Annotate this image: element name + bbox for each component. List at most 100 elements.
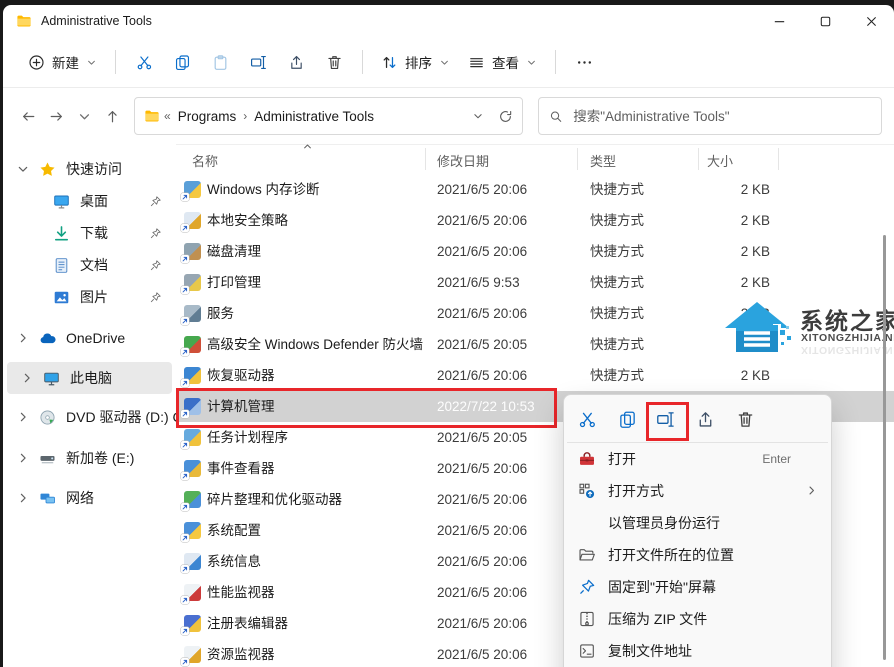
menu-item-copy-file-path-label: 复制文件地址 <box>608 635 692 667</box>
shortcut-arrow-icon <box>181 317 189 325</box>
menu-item-compress-zip[interactable]: 压缩为 ZIP 文件 <box>564 603 831 635</box>
file-row[interactable]: 本地安全策略2021/6/5 20:06快捷方式2 KB <box>176 205 894 236</box>
view-button[interactable]: 查看 <box>459 45 546 79</box>
up-button[interactable] <box>98 102 126 131</box>
more-icon <box>576 54 593 71</box>
menu-item-open-with[interactable]: 打开方式 <box>564 475 831 507</box>
copy-icon <box>618 410 637 429</box>
shortcut-arrow-icon <box>181 503 189 511</box>
breadcrumb-segment[interactable]: Administrative Tools <box>254 109 374 124</box>
column-separator[interactable] <box>698 148 699 170</box>
breadcrumb-overflow-chevron[interactable]: « <box>164 109 171 123</box>
column-header-type[interactable]: 类型 <box>590 151 616 170</box>
sidebar-item-network[interactable]: 网络 <box>3 482 176 514</box>
pin-icon[interactable] <box>149 291 162 304</box>
sidebar-item-pictures[interactable]: 图片 <box>3 281 176 313</box>
view-icon <box>468 54 485 71</box>
delete-icon <box>326 54 343 71</box>
menu-item-pin-to-start[interactable]: 固定到"开始"屏幕 <box>564 571 831 603</box>
column-separator[interactable] <box>425 148 426 170</box>
this-pc-icon <box>43 370 60 387</box>
sidebar-item-this-pc[interactable]: 此电脑 <box>7 362 172 394</box>
command-toolbar: 新建 排序查看 <box>3 37 894 88</box>
expand-chevron-icon[interactable] <box>16 331 30 345</box>
pin-icon[interactable] <box>149 195 162 208</box>
registry-editor-icon <box>184 615 201 632</box>
share-button[interactable] <box>277 45 315 79</box>
sidebar-item-onedrive[interactable]: OneDrive <box>3 322 176 354</box>
column-header-name[interactable]: 名称 <box>192 151 218 170</box>
close-button[interactable] <box>848 5 894 37</box>
pin-icon[interactable] <box>149 259 162 272</box>
shortcut-arrow-icon <box>181 596 189 604</box>
more-options-button[interactable] <box>565 45 603 79</box>
shortcut-hint: Enter <box>762 443 791 475</box>
expand-chevron-icon[interactable] <box>16 451 30 465</box>
menu-copy-button[interactable] <box>612 404 642 434</box>
delete-button[interactable] <box>315 45 353 79</box>
maximize-button[interactable] <box>802 5 848 37</box>
search-input[interactable] <box>571 108 871 125</box>
sidebar-item-new-volume[interactable]: 新加卷 (E:) <box>3 442 176 474</box>
column-separator[interactable] <box>577 148 578 170</box>
sidebar-item-quick-access[interactable]: 快速访问 <box>3 153 176 185</box>
sort-ascending-icon <box>302 141 313 152</box>
back-button[interactable] <box>15 102 43 131</box>
menu-item-open[interactable]: 打开Enter <box>564 443 831 475</box>
menu-share-button[interactable] <box>690 404 720 434</box>
collapse-chevron-icon[interactable] <box>16 162 30 176</box>
copy-button[interactable] <box>163 45 201 79</box>
sidebar-item-dvd-drive-label: DVD 驱动器 (D:) CC <box>66 407 176 427</box>
column-header-size[interactable]: 大小 <box>707 151 733 170</box>
breadcrumb-segment[interactable]: Programs <box>178 109 237 124</box>
expand-chevron-icon[interactable] <box>16 491 30 505</box>
address-dropdown-icon[interactable] <box>472 110 484 122</box>
file-date-modified: 2021/6/5 20:06 <box>437 608 527 639</box>
rename-button[interactable] <box>239 45 277 79</box>
recent-locations-button[interactable] <box>71 102 99 131</box>
annotation-box-selected-row <box>176 388 557 428</box>
sort-button[interactable]: 排序 <box>372 45 459 79</box>
vertical-scrollbar[interactable] <box>883 235 886 660</box>
file-type: 快捷方式 <box>590 174 644 205</box>
explorer-content: 快速访问桌面下载文档图片 OneDrive 此电脑 DVD 驱动器 (D:) CC 新加… <box>3 144 894 667</box>
sidebar-item-desktop[interactable]: 桌面 <box>3 185 176 217</box>
menu-delete-button[interactable] <box>730 404 760 434</box>
cut-button[interactable] <box>125 45 163 79</box>
expand-chevron-icon[interactable] <box>16 410 30 424</box>
pin-icon[interactable] <box>149 227 162 240</box>
column-header-date-modified[interactable]: 修改日期 <box>437 151 489 170</box>
paste-button[interactable] <box>201 45 239 79</box>
menu-cut-button[interactable] <box>572 404 602 434</box>
file-size: 2 KB <box>640 174 770 205</box>
annotation-box-rename-icon <box>646 402 689 441</box>
file-name: 恢复驱动器 <box>207 360 275 391</box>
recovery-drive-icon <box>184 367 201 384</box>
sidebar-item-documents[interactable]: 文档 <box>3 249 176 281</box>
forward-button[interactable] <box>43 102 71 131</box>
file-name: Windows 内存诊断 <box>207 174 320 205</box>
menu-item-run-as-admin[interactable]: 以管理员身份运行 <box>564 507 831 539</box>
delete-icon <box>736 410 755 429</box>
sidebar-item-downloads[interactable]: 下载 <box>3 217 176 249</box>
expand-chevron-icon[interactable] <box>20 371 34 385</box>
document-icon <box>53 257 70 274</box>
new-button[interactable]: 新建 <box>19 45 106 79</box>
cut-icon <box>136 54 153 71</box>
xitongzhijia-watermark: 系统之家 XITONGZHIJIA.NET XITONGZHIJIA.NET <box>723 294 894 372</box>
breadcrumb-separator: › <box>243 109 247 123</box>
download-icon <box>53 225 70 242</box>
file-date-modified: 2021/6/5 20:06 <box>437 298 527 329</box>
column-separator[interactable] <box>778 148 779 170</box>
minimize-button[interactable] <box>756 5 802 37</box>
toolbar-divider <box>555 50 556 74</box>
menu-item-open-file-location[interactable]: 打开文件所在的位置 <box>564 539 831 571</box>
breadcrumb[interactable]: « Programs › Administrative Tools <box>134 97 523 135</box>
menu-item-copy-file-path[interactable]: 复制文件地址 <box>564 635 831 667</box>
file-row[interactable]: 磁盘清理2021/6/5 20:06快捷方式2 KB <box>176 236 894 267</box>
refresh-icon[interactable] <box>498 109 513 124</box>
new-button-label: 新建 <box>52 52 79 72</box>
sidebar-item-dvd-drive[interactable]: DVD 驱动器 (D:) CC <box>3 401 176 433</box>
plus-circle-icon <box>28 54 45 71</box>
file-row[interactable]: Windows 内存诊断2021/6/5 20:06快捷方式2 KB <box>176 174 894 205</box>
